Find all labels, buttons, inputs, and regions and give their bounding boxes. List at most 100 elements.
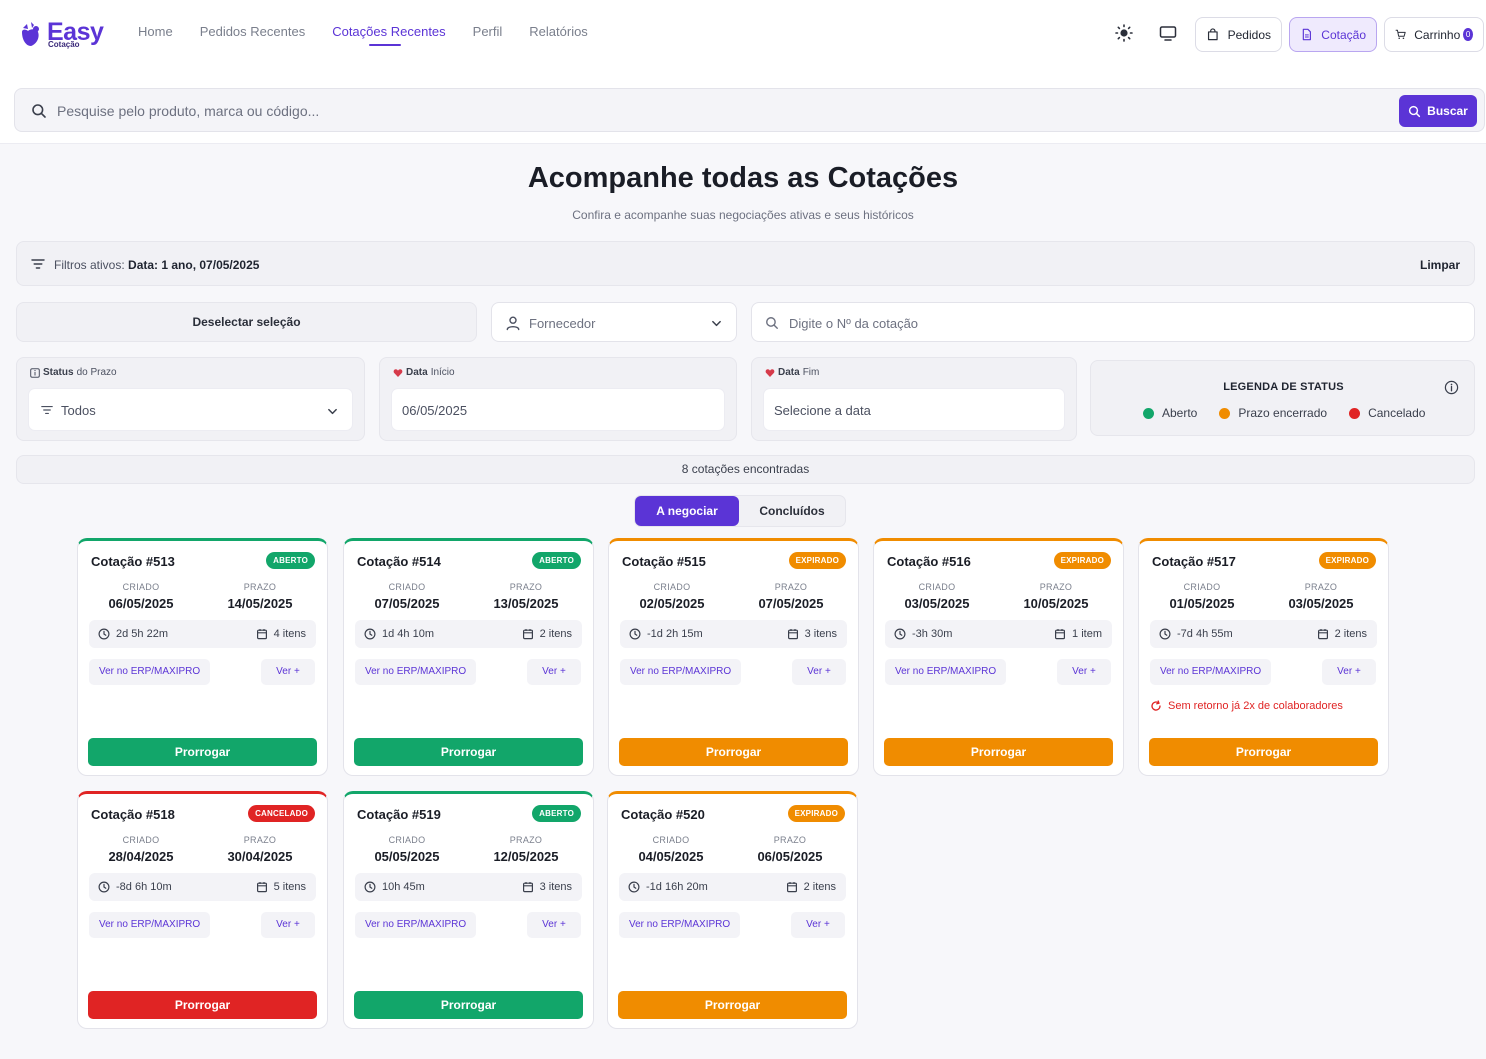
extend-button[interactable]: Prorrogar xyxy=(1149,738,1378,766)
time-remaining: 2d 5h 22m xyxy=(98,628,168,640)
nav-relatorios[interactable]: Relatórios xyxy=(529,24,588,48)
quote-info-row: 10h 45m 3 itens xyxy=(355,873,582,901)
quote-card[interactable]: Cotação #515 EXPIRADO CRIADO PRAZO 02/05… xyxy=(608,538,859,776)
nav-pedidos-recentes[interactable]: Pedidos Recentes xyxy=(200,24,306,48)
erp-link-button[interactable]: Ver no ERP/MAXIPRO xyxy=(885,659,1007,685)
quote-number-input[interactable] xyxy=(789,314,1389,332)
product-search-input[interactable] xyxy=(57,100,1357,122)
quote-card[interactable]: Cotação #517 EXPIRADO CRIADO PRAZO 01/05… xyxy=(1138,538,1389,776)
document-icon xyxy=(1302,28,1311,41)
heart-icon xyxy=(765,368,775,377)
monitor-icon[interactable] xyxy=(1158,23,1178,43)
active-filters-value: Data: 1 ano, 07/05/2025 xyxy=(128,258,260,272)
extend-button[interactable]: Prorrogar xyxy=(619,738,848,766)
calendar-icon xyxy=(786,882,797,893)
extend-button[interactable]: Prorrogar xyxy=(354,991,583,1019)
end-date-label-bold: Data xyxy=(778,367,800,378)
quote-card[interactable]: Cotação #518 CANCELADO CRIADO PRAZO 28/0… xyxy=(77,791,328,1029)
end-date-label-rest: Fim xyxy=(802,367,820,378)
status-tabs: A negociar Concluídos xyxy=(634,495,846,527)
deadline-date: 03/05/2025 xyxy=(1288,596,1354,611)
item-count-value: 5 itens xyxy=(273,881,306,893)
time-remaining: -8d 6h 10m xyxy=(98,881,172,893)
deadline-date: 10/05/2025 xyxy=(1023,596,1089,611)
legend-label: Aberto xyxy=(1162,406,1198,420)
view-more-button[interactable]: Ver + xyxy=(792,659,846,685)
nav-perfil[interactable]: Perfil xyxy=(473,24,503,48)
quote-card[interactable]: Cotação #513 ABERTO CRIADO PRAZO 06/05/2… xyxy=(77,538,328,776)
clear-filters-button[interactable]: Limpar xyxy=(1420,258,1460,272)
search-icon xyxy=(32,104,46,118)
tab-a-negociar[interactable]: A negociar xyxy=(635,496,739,526)
logo[interactable]: Easy Cotação xyxy=(20,18,110,52)
erp-link-button[interactable]: Ver no ERP/MAXIPRO xyxy=(619,912,741,938)
deadline-status-value: Todos xyxy=(61,403,96,418)
theme-toggle-sun-icon[interactable] xyxy=(1114,23,1134,43)
filter-icon xyxy=(31,259,45,269)
time-remaining: 10h 45m xyxy=(364,881,425,893)
created-date: 28/04/2025 xyxy=(108,849,174,864)
created-date: 03/05/2025 xyxy=(904,596,970,611)
view-more-button[interactable]: Ver + xyxy=(527,659,581,685)
extend-button[interactable]: Prorrogar xyxy=(88,991,317,1019)
quote-title: Cotação #519 xyxy=(357,807,441,822)
quote-card[interactable]: Cotação #516 EXPIRADO CRIADO PRAZO 03/05… xyxy=(873,538,1124,776)
cotacao-button[interactable]: Cotação xyxy=(1289,17,1377,52)
deadline-label: PRAZO xyxy=(509,835,543,845)
product-search-bar: Buscar xyxy=(14,88,1485,132)
page-title: Acompanhe todas as Cotações xyxy=(527,162,959,194)
extend-button[interactable]: Prorrogar xyxy=(354,738,583,766)
active-filters-bar: Filtros ativos: Data: 1 ano, 07/05/2025 … xyxy=(16,241,1475,286)
end-date-placeholder: Selecione a data xyxy=(774,403,871,418)
nav-cotacoes-recentes[interactable]: Cotações Recentes xyxy=(332,24,446,48)
extend-button[interactable]: Prorrogar xyxy=(618,991,847,1019)
start-date-input[interactable]: 06/05/2025 xyxy=(391,388,725,431)
view-more-button[interactable]: Ver + xyxy=(1322,659,1376,685)
start-date-value: 06/05/2025 xyxy=(402,403,468,418)
view-more-button[interactable]: Ver + xyxy=(791,912,845,938)
end-date-input[interactable]: Selecione a data xyxy=(763,388,1065,431)
created-label: CRIADO xyxy=(122,582,160,592)
view-more-button[interactable]: Ver + xyxy=(261,912,315,938)
warning-message: Sem retorno já 2x de colaboradores xyxy=(1150,700,1343,712)
clock-icon xyxy=(628,881,640,893)
created-date: 02/05/2025 xyxy=(639,596,705,611)
info-icon[interactable] xyxy=(1444,380,1459,395)
quote-title: Cotação #515 xyxy=(622,554,706,569)
erp-link-button[interactable]: Ver no ERP/MAXIPRO xyxy=(89,659,211,685)
erp-link-button[interactable]: Ver no ERP/MAXIPRO xyxy=(355,912,477,938)
extend-button[interactable]: Prorrogar xyxy=(88,738,317,766)
quote-info-row: -1d 16h 20m 2 itens xyxy=(619,873,846,901)
erp-link-button[interactable]: Ver no ERP/MAXIPRO xyxy=(89,912,211,938)
legend-label: Cancelado xyxy=(1368,406,1426,420)
time-remaining-value: 1d 4h 10m xyxy=(382,628,434,640)
erp-link-button[interactable]: Ver no ERP/MAXIPRO xyxy=(620,659,742,685)
search-button[interactable]: Buscar xyxy=(1399,95,1477,127)
view-more-button[interactable]: Ver + xyxy=(1057,659,1111,685)
tab-concluidos[interactable]: Concluídos xyxy=(739,496,845,526)
logo-subtitle: Cotação xyxy=(48,40,80,49)
view-more-button[interactable]: Ver + xyxy=(527,912,581,938)
status-badge: ABERTO xyxy=(266,552,315,569)
erp-link-button[interactable]: Ver no ERP/MAXIPRO xyxy=(1150,659,1272,685)
supplier-select[interactable]: Fornecedor xyxy=(491,302,737,342)
erp-link-button[interactable]: Ver no ERP/MAXIPRO xyxy=(355,659,477,685)
time-remaining-value: 10h 45m xyxy=(382,881,425,893)
deadline-status-select[interactable]: Todos xyxy=(28,388,353,431)
heart-icon xyxy=(393,368,403,377)
created-label: CRIADO xyxy=(122,835,160,845)
status-badge: CANCELADO xyxy=(248,805,315,822)
quote-card[interactable]: Cotação #519 ABERTO CRIADO PRAZO 05/05/2… xyxy=(343,791,594,1029)
pedidos-button[interactable]: Pedidos xyxy=(1195,17,1282,52)
deselect-button[interactable]: Deselectar seleção xyxy=(16,302,477,342)
quote-card[interactable]: Cotação #514 ABERTO CRIADO PRAZO 07/05/2… xyxy=(343,538,594,776)
created-date: 01/05/2025 xyxy=(1169,596,1235,611)
created-label: CRIADO xyxy=(388,835,426,845)
nav-home[interactable]: Home xyxy=(138,24,173,48)
deadline-date: 06/05/2025 xyxy=(757,849,823,864)
view-more-button[interactable]: Ver + xyxy=(261,659,315,685)
quote-card[interactable]: Cotação #520 EXPIRADO CRIADO PRAZO 04/05… xyxy=(607,791,858,1029)
filter-icon xyxy=(41,405,53,415)
extend-button[interactable]: Prorrogar xyxy=(884,738,1113,766)
carrinho-button[interactable]: Carrinho 0 xyxy=(1384,17,1484,52)
